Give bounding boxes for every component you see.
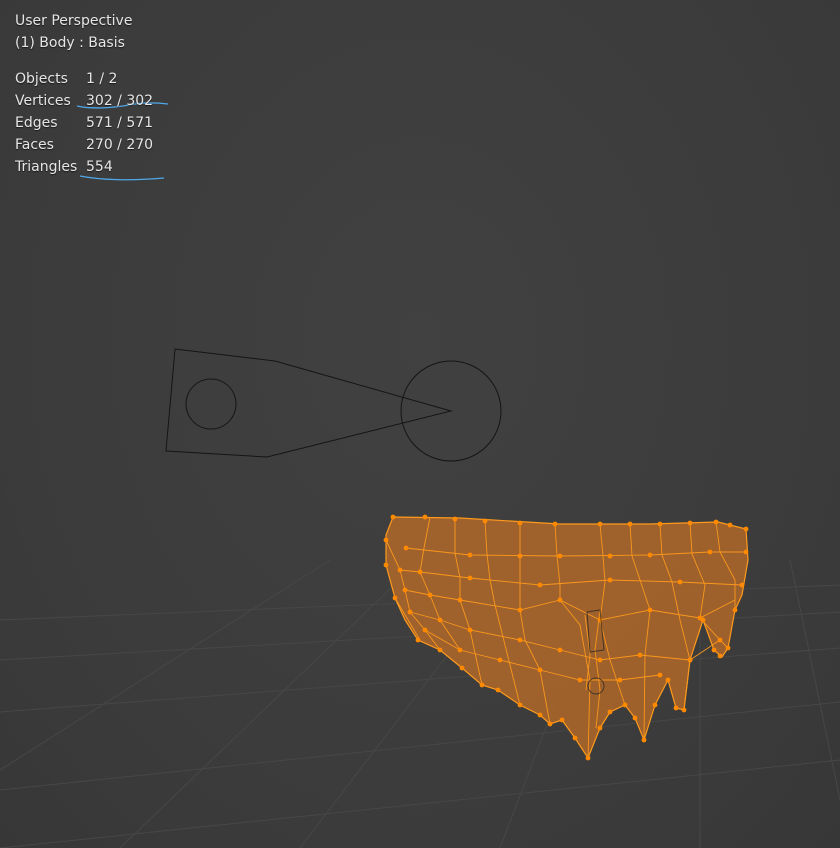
stat-row-objects: Objects 1 / 2 xyxy=(15,68,153,90)
3d-viewport[interactable]: User Perspective (1) Body : Basis Object… xyxy=(0,0,840,848)
object-label: (1) Body : Basis xyxy=(15,35,125,51)
stat-label: Triangles xyxy=(15,159,78,175)
stat-label: Vertices xyxy=(15,93,71,109)
stat-label: Edges xyxy=(15,115,58,131)
stat-label: Objects xyxy=(15,71,68,87)
stat-row-triangles: Triangles 554 xyxy=(15,156,153,178)
stat-value: 554 xyxy=(86,159,113,175)
light-empty-outline[interactable] xyxy=(165,348,502,462)
stat-label: Faces xyxy=(15,137,54,153)
stat-row-edges: Edges 571 / 571 xyxy=(15,112,153,134)
mesh-body[interactable] xyxy=(383,514,749,761)
stats-panel: Objects 1 / 2 Vertices 302 / 302 Edges 5… xyxy=(15,68,153,178)
view-label: User Perspective xyxy=(15,13,133,29)
stat-row-faces: Faces 270 / 270 xyxy=(15,134,153,156)
stat-value: 302 / 302 xyxy=(86,93,154,109)
stat-value: 270 / 270 xyxy=(86,137,154,153)
stat-value: 1 / 2 xyxy=(86,71,118,87)
viewport-overlay: User Perspective (1) Body : Basis Object… xyxy=(15,10,153,178)
stat-value: 571 / 571 xyxy=(86,115,154,131)
stat-row-vertices: Vertices 302 / 302 xyxy=(15,90,153,112)
